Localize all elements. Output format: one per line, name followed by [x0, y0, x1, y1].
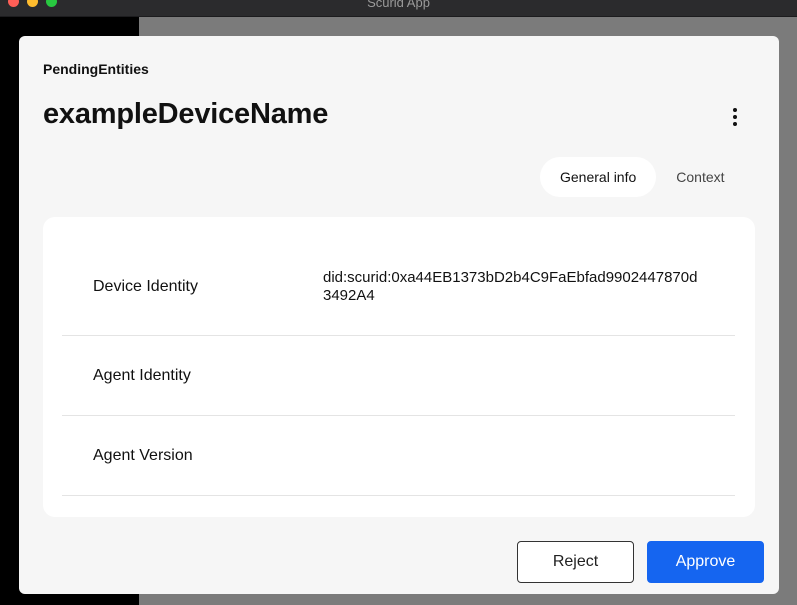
page-title: exampleDeviceName: [43, 98, 329, 130]
tab-general-info[interactable]: General info: [540, 157, 657, 197]
agent-identity-label: Agent Identity: [93, 367, 191, 384]
detail-row-agent-identity: Agent Identity: [62, 336, 735, 416]
detail-row-agent-version: Agent Version: [62, 416, 735, 496]
entity-detail-modal: PendingEntities exampleDeviceName Genera…: [19, 36, 779, 594]
breadcrumb[interactable]: PendingEntities: [43, 61, 149, 77]
reject-button[interactable]: Reject: [517, 541, 634, 583]
details-card: Device Identity did:scurid:0xa44EB1373bD…: [43, 217, 755, 517]
approve-button[interactable]: Approve: [647, 541, 764, 583]
agent-version-label: Agent Version: [93, 447, 193, 464]
tab-context[interactable]: Context: [656, 157, 744, 197]
kebab-menu-icon[interactable]: [725, 106, 745, 128]
device-identity-value: did:scurid:0xa44EB1373bD2b4C9FaEbfad9902…: [323, 269, 698, 304]
tab-bar: General info Context: [540, 157, 745, 197]
detail-row-device-identity: Device Identity did:scurid:0xa44EB1373bD…: [62, 217, 735, 336]
window-titlebar: Scurid App: [0, 0, 797, 17]
window-title: Scurid App: [367, 0, 430, 10]
device-identity-label: Device Identity: [93, 278, 198, 295]
